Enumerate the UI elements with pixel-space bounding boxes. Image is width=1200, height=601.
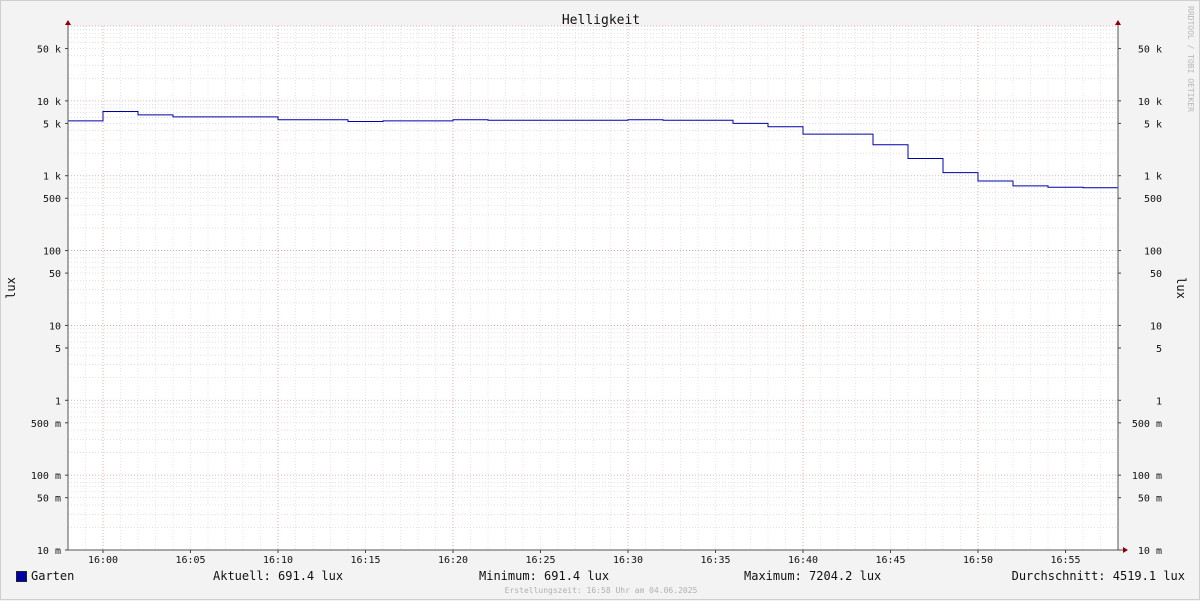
y-tick-label: 100 m	[31, 471, 61, 482]
x-tick-label: 16:00	[88, 555, 118, 566]
y-tick-label-right: 100	[1144, 247, 1162, 258]
y-ticks-right: 50 k 10 k 5 k 1 k 500 100 50 10 5 1 500 m 100 m 50 m…	[1118, 45, 1162, 557]
x-ticks: 16:00 16:05 16:10 16:15 16:20 16:25 16:30 16:35…	[88, 550, 1081, 566]
y-tick-label: 10	[49, 321, 61, 332]
y-tick-label: 10 k	[37, 97, 61, 108]
legend-maximum: Maximum: 7204.2 lux	[744, 569, 882, 583]
y-tick-label: 500 m	[31, 419, 61, 430]
x-axis-arrow	[1123, 547, 1128, 553]
x-tick-label: 16:20	[438, 555, 468, 566]
y-axis-arrow-left	[65, 20, 71, 25]
x-tick-label: 16:50	[963, 555, 993, 566]
chart-canvas: 50 k 10 k 5 k 1 k 500 100 50 10 5 1 500 m 100 m 50 m…	[4, 6, 1195, 595]
y-axis-label-left: lux	[4, 277, 18, 299]
y-tick-label-right: 1	[1156, 396, 1162, 407]
y-tick-label-right: 10	[1150, 321, 1162, 332]
rrdtool-watermark: RRDTOOL / TOBI OETIKER	[1186, 6, 1195, 112]
legend-series-name: Garten	[31, 569, 75, 583]
y-tick-label: 10 m	[37, 546, 61, 557]
y-axis-label-right: lux	[1174, 277, 1188, 299]
y-tick-label: 100	[43, 247, 61, 258]
legend-bar: Garten Aktuell: 691.4 lux Minimum: 691.4…	[1, 569, 1200, 585]
x-tick-label: 16:35	[700, 555, 730, 566]
y-tick-label-right: 5 k	[1144, 119, 1162, 130]
creation-time-footer: Erstellungszeit: 16:58 Uhr am 04.06.2025	[505, 586, 698, 595]
legend-average: Durchschnitt: 4519.1 lux	[1011, 569, 1185, 583]
y-axis-arrow-right	[1115, 20, 1121, 25]
x-tick-label: 16:15	[350, 555, 380, 566]
y-tick-label-right: 50	[1150, 269, 1162, 280]
y-tick-label-right: 100 m	[1132, 471, 1162, 482]
chart-title: Helligkeit	[562, 13, 640, 28]
y-tick-label-right: 500	[1144, 194, 1162, 205]
x-tick-label: 16:40	[788, 555, 818, 566]
x-tick-label: 16:25	[525, 555, 555, 566]
y-tick-label: 5 k	[43, 119, 61, 130]
legend-current: Aktuell: 691.4 lux	[213, 569, 344, 583]
y-tick-label-right: 10 m	[1138, 546, 1162, 557]
y-tick-label-right: 10 k	[1138, 97, 1162, 108]
x-tick-label: 16:55	[1050, 555, 1080, 566]
y-tick-label: 50 k	[37, 45, 61, 56]
y-tick-label-right: 50 m	[1138, 494, 1162, 505]
y-tick-label: 50 m	[37, 494, 61, 505]
y-tick-label-right: 500 m	[1132, 419, 1162, 430]
y-tick-label: 5	[55, 344, 61, 355]
x-tick-label: 16:10	[263, 555, 293, 566]
y-tick-label-right: 5	[1156, 344, 1162, 355]
x-tick-label: 16:30	[613, 555, 643, 566]
x-tick-label: 16:05	[175, 555, 205, 566]
y-tick-label: 1 k	[43, 172, 61, 183]
x-tick-label: 16:45	[875, 555, 905, 566]
y-tick-label-right: 1 k	[1144, 172, 1162, 183]
y-tick-label-right: 50 k	[1138, 45, 1162, 56]
y-ticks-left: 50 k 10 k 5 k 1 k 500 100 50 10 5 1 500 m 100 m 50 m…	[31, 45, 68, 557]
y-tick-label: 500	[43, 194, 61, 205]
chart-frame: 50 k 10 k 5 k 1 k 500 100 50 10 5 1 500 m 100 m 50 m…	[0, 0, 1200, 600]
legend-minimum: Minimum: 691.4 lux	[479, 569, 610, 583]
y-tick-label: 50	[49, 269, 61, 280]
y-tick-label: 1	[55, 396, 61, 407]
